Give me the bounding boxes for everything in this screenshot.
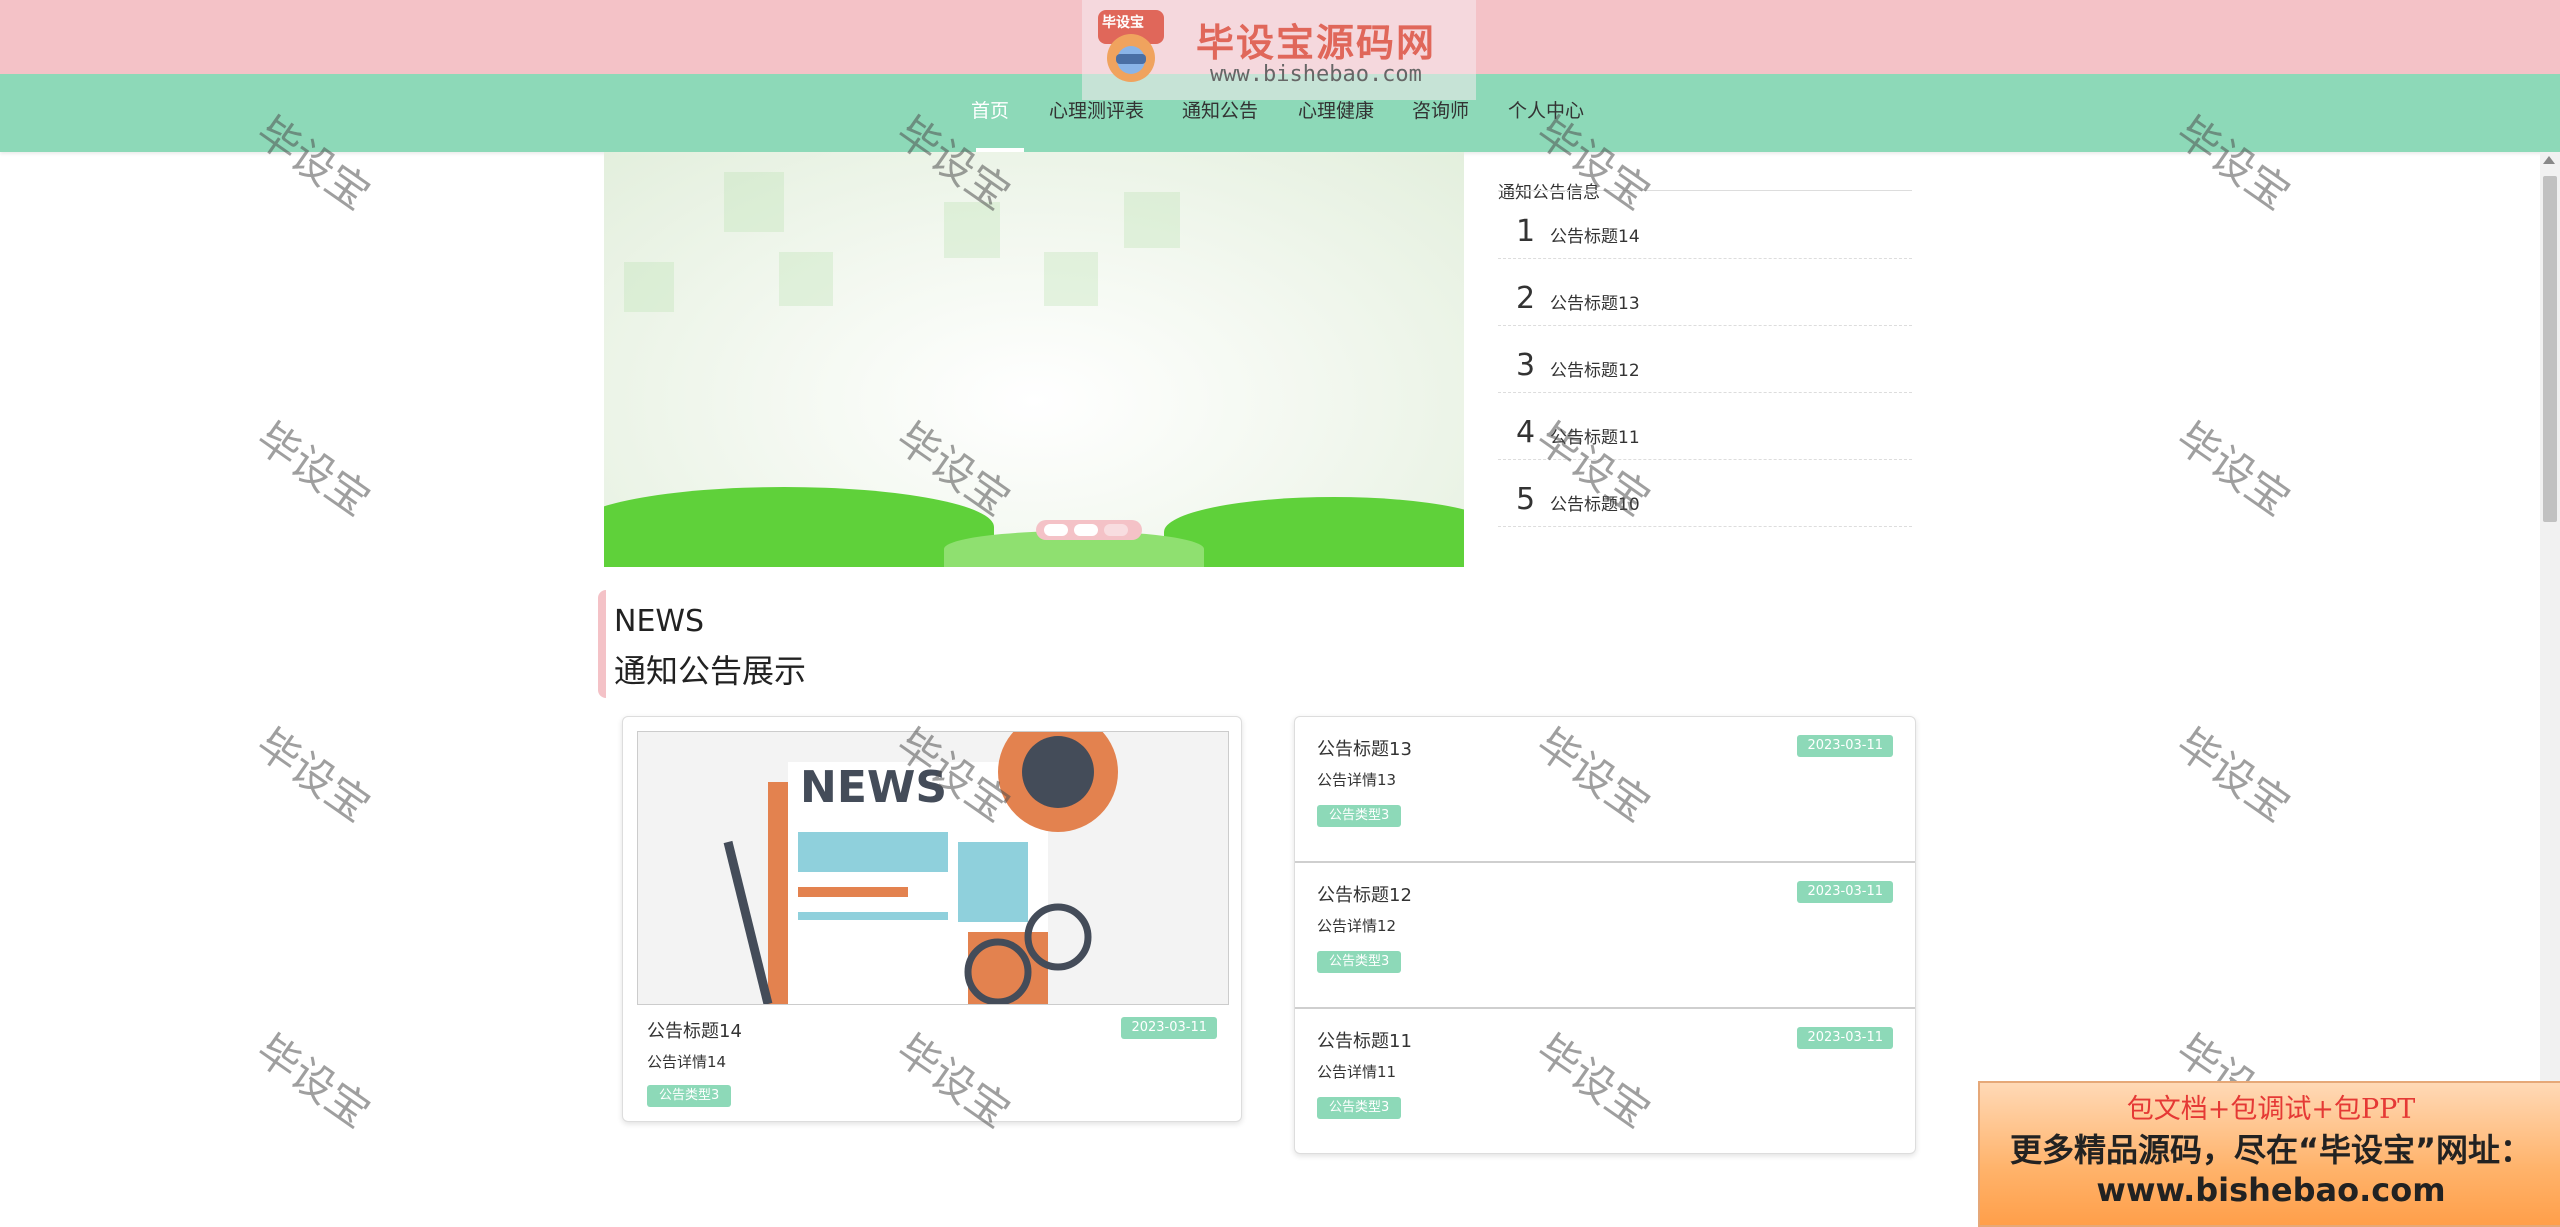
sidebar-item-number: 2 — [1516, 281, 1536, 316]
watermark: 毕设宝 — [2167, 718, 2299, 832]
notice-list-item[interactable]: 公告标题11 公告详情11 公告类型3 2023-03-11 — [1295, 1009, 1915, 1153]
section-accent-bar — [598, 590, 606, 698]
notice-title: 公告标题13 — [1317, 739, 1412, 760]
banner-tile — [1124, 192, 1180, 248]
sidebar-item-number: 4 — [1516, 415, 1536, 450]
section-subtitle: 通知公告展示 — [614, 652, 807, 690]
notice-list-card: 公告标题13 公告详情13 公告类型3 2023-03-11 公告标题12 公告… — [1294, 716, 1916, 1154]
scroll-up-arrow-icon[interactable] — [2543, 156, 2555, 164]
logo-url: www.bishebao.com — [1210, 62, 1422, 87]
nav-home[interactable]: 首页 — [971, 96, 1009, 123]
notice-detail: 公告详情14 — [647, 1053, 727, 1071]
watermark: 毕设宝 — [2167, 412, 2299, 526]
sidebar-item-label: 公告标题12 — [1550, 361, 1640, 381]
sidebar-notice-item[interactable]: 4 公告标题11 — [1498, 393, 1912, 460]
banner-tile — [944, 202, 1000, 258]
promo-line-3: www.bishebao.com — [2096, 1171, 2446, 1209]
sidebar-item-label: 公告标题11 — [1550, 428, 1640, 448]
news-image-label: NEWS — [800, 762, 948, 813]
carousel-dots — [1036, 520, 1142, 540]
notice-title: 公告标题11 — [1317, 1031, 1412, 1052]
sidebar-item-number: 5 — [1516, 482, 1536, 517]
notice-date-badge: 2023-03-11 — [1797, 735, 1893, 757]
banner-grass — [604, 487, 994, 567]
banner-tile — [779, 252, 833, 306]
nav-mental-health[interactable]: 心理健康 — [1298, 96, 1374, 123]
sidebar-item-label: 公告标题13 — [1550, 294, 1640, 314]
sidebar-notice-item[interactable]: 5 公告标题10 — [1498, 460, 1912, 527]
sidebar-notice-item[interactable]: 1 公告标题14 — [1498, 192, 1912, 259]
sidebar-item-label: 公告标题10 — [1550, 495, 1640, 515]
notice-date-badge: 2023-03-11 — [1121, 1017, 1217, 1039]
notice-title: 公告标题12 — [1317, 885, 1412, 906]
nav-notice[interactable]: 通知公告 — [1182, 96, 1258, 123]
promo-line-1: 包文档+包调试+包PPT — [2126, 1094, 2416, 1125]
carousel-dot[interactable] — [1104, 524, 1128, 536]
logo-badge-text: 毕设宝 — [1102, 15, 1144, 31]
carousel-dot[interactable] — [1074, 524, 1098, 536]
sidebar-item-number: 1 — [1516, 214, 1536, 249]
notice-detail: 公告详情12 — [1317, 917, 1397, 935]
notice-type-tag: 公告类型3 — [647, 1085, 732, 1107]
banner-tile — [624, 262, 674, 312]
nav-assessment[interactable]: 心理测评表 — [1049, 96, 1144, 123]
sidebar-item-label: 公告标题14 — [1550, 227, 1640, 247]
banner-carousel[interactable] — [604, 152, 1464, 567]
notice-list-item[interactable]: 公告标题13 公告详情13 公告类型3 2023-03-11 — [1295, 717, 1915, 863]
news-illustration: NEWS — [637, 731, 1229, 1005]
section-title: NEWS — [614, 604, 705, 639]
notice-date-badge: 2023-03-11 — [1797, 1027, 1893, 1049]
notice-date-badge: 2023-03-11 — [1797, 881, 1893, 903]
sidebar-item-number: 3 — [1516, 348, 1536, 383]
watermark: 毕设宝 — [247, 1024, 379, 1138]
main-nav: 首页 心理测评表 通知公告 心理健康 咨询师 个人中心 — [0, 96, 2560, 126]
promo-line-2: 更多精品源码，尽在“毕设宝”网址： — [2009, 1131, 2533, 1169]
banner-tile — [1044, 252, 1098, 306]
notice-detail: 公告详情13 — [1317, 771, 1397, 789]
promo-banner[interactable]: 包文档+包调试+包PPT 更多精品源码，尽在“毕设宝”网址： www.bishe… — [1978, 1081, 2560, 1227]
sidebar-notice-item[interactable]: 2 公告标题13 — [1498, 259, 1912, 326]
nav-counselor[interactable]: 咨询师 — [1412, 96, 1469, 123]
carousel-dot[interactable] — [1044, 524, 1068, 536]
notice-detail: 公告详情11 — [1317, 1063, 1397, 1081]
banner-grass — [1164, 497, 1464, 567]
sidebar-divider — [1498, 190, 1912, 191]
notice-type-tag: 公告类型3 — [1317, 805, 1402, 827]
site-logo[interactable]: 毕设宝 毕设宝源码网 www.bishebao.com — [1082, 0, 1476, 100]
featured-notice-card[interactable]: NEWS 公告标题14 公告详情14 公告类型3 2023-03-11 — [622, 716, 1242, 1122]
watermark: 毕设宝 — [247, 718, 379, 832]
notice-title: 公告标题14 — [647, 1021, 742, 1042]
banner-tile — [724, 172, 784, 232]
watermark: 毕设宝 — [247, 412, 379, 526]
scrollbar-thumb[interactable] — [2543, 176, 2557, 522]
notice-type-tag: 公告类型3 — [1317, 951, 1402, 973]
logo-title: 毕设宝源码网 — [1196, 21, 1437, 65]
nav-personal-center[interactable]: 个人中心 — [1508, 96, 1584, 123]
sidebar-notice-item[interactable]: 3 公告标题12 — [1498, 326, 1912, 393]
notice-type-tag: 公告类型3 — [1317, 1097, 1402, 1119]
notice-list-item[interactable]: 公告标题12 公告详情12 公告类型3 2023-03-11 — [1295, 863, 1915, 1009]
